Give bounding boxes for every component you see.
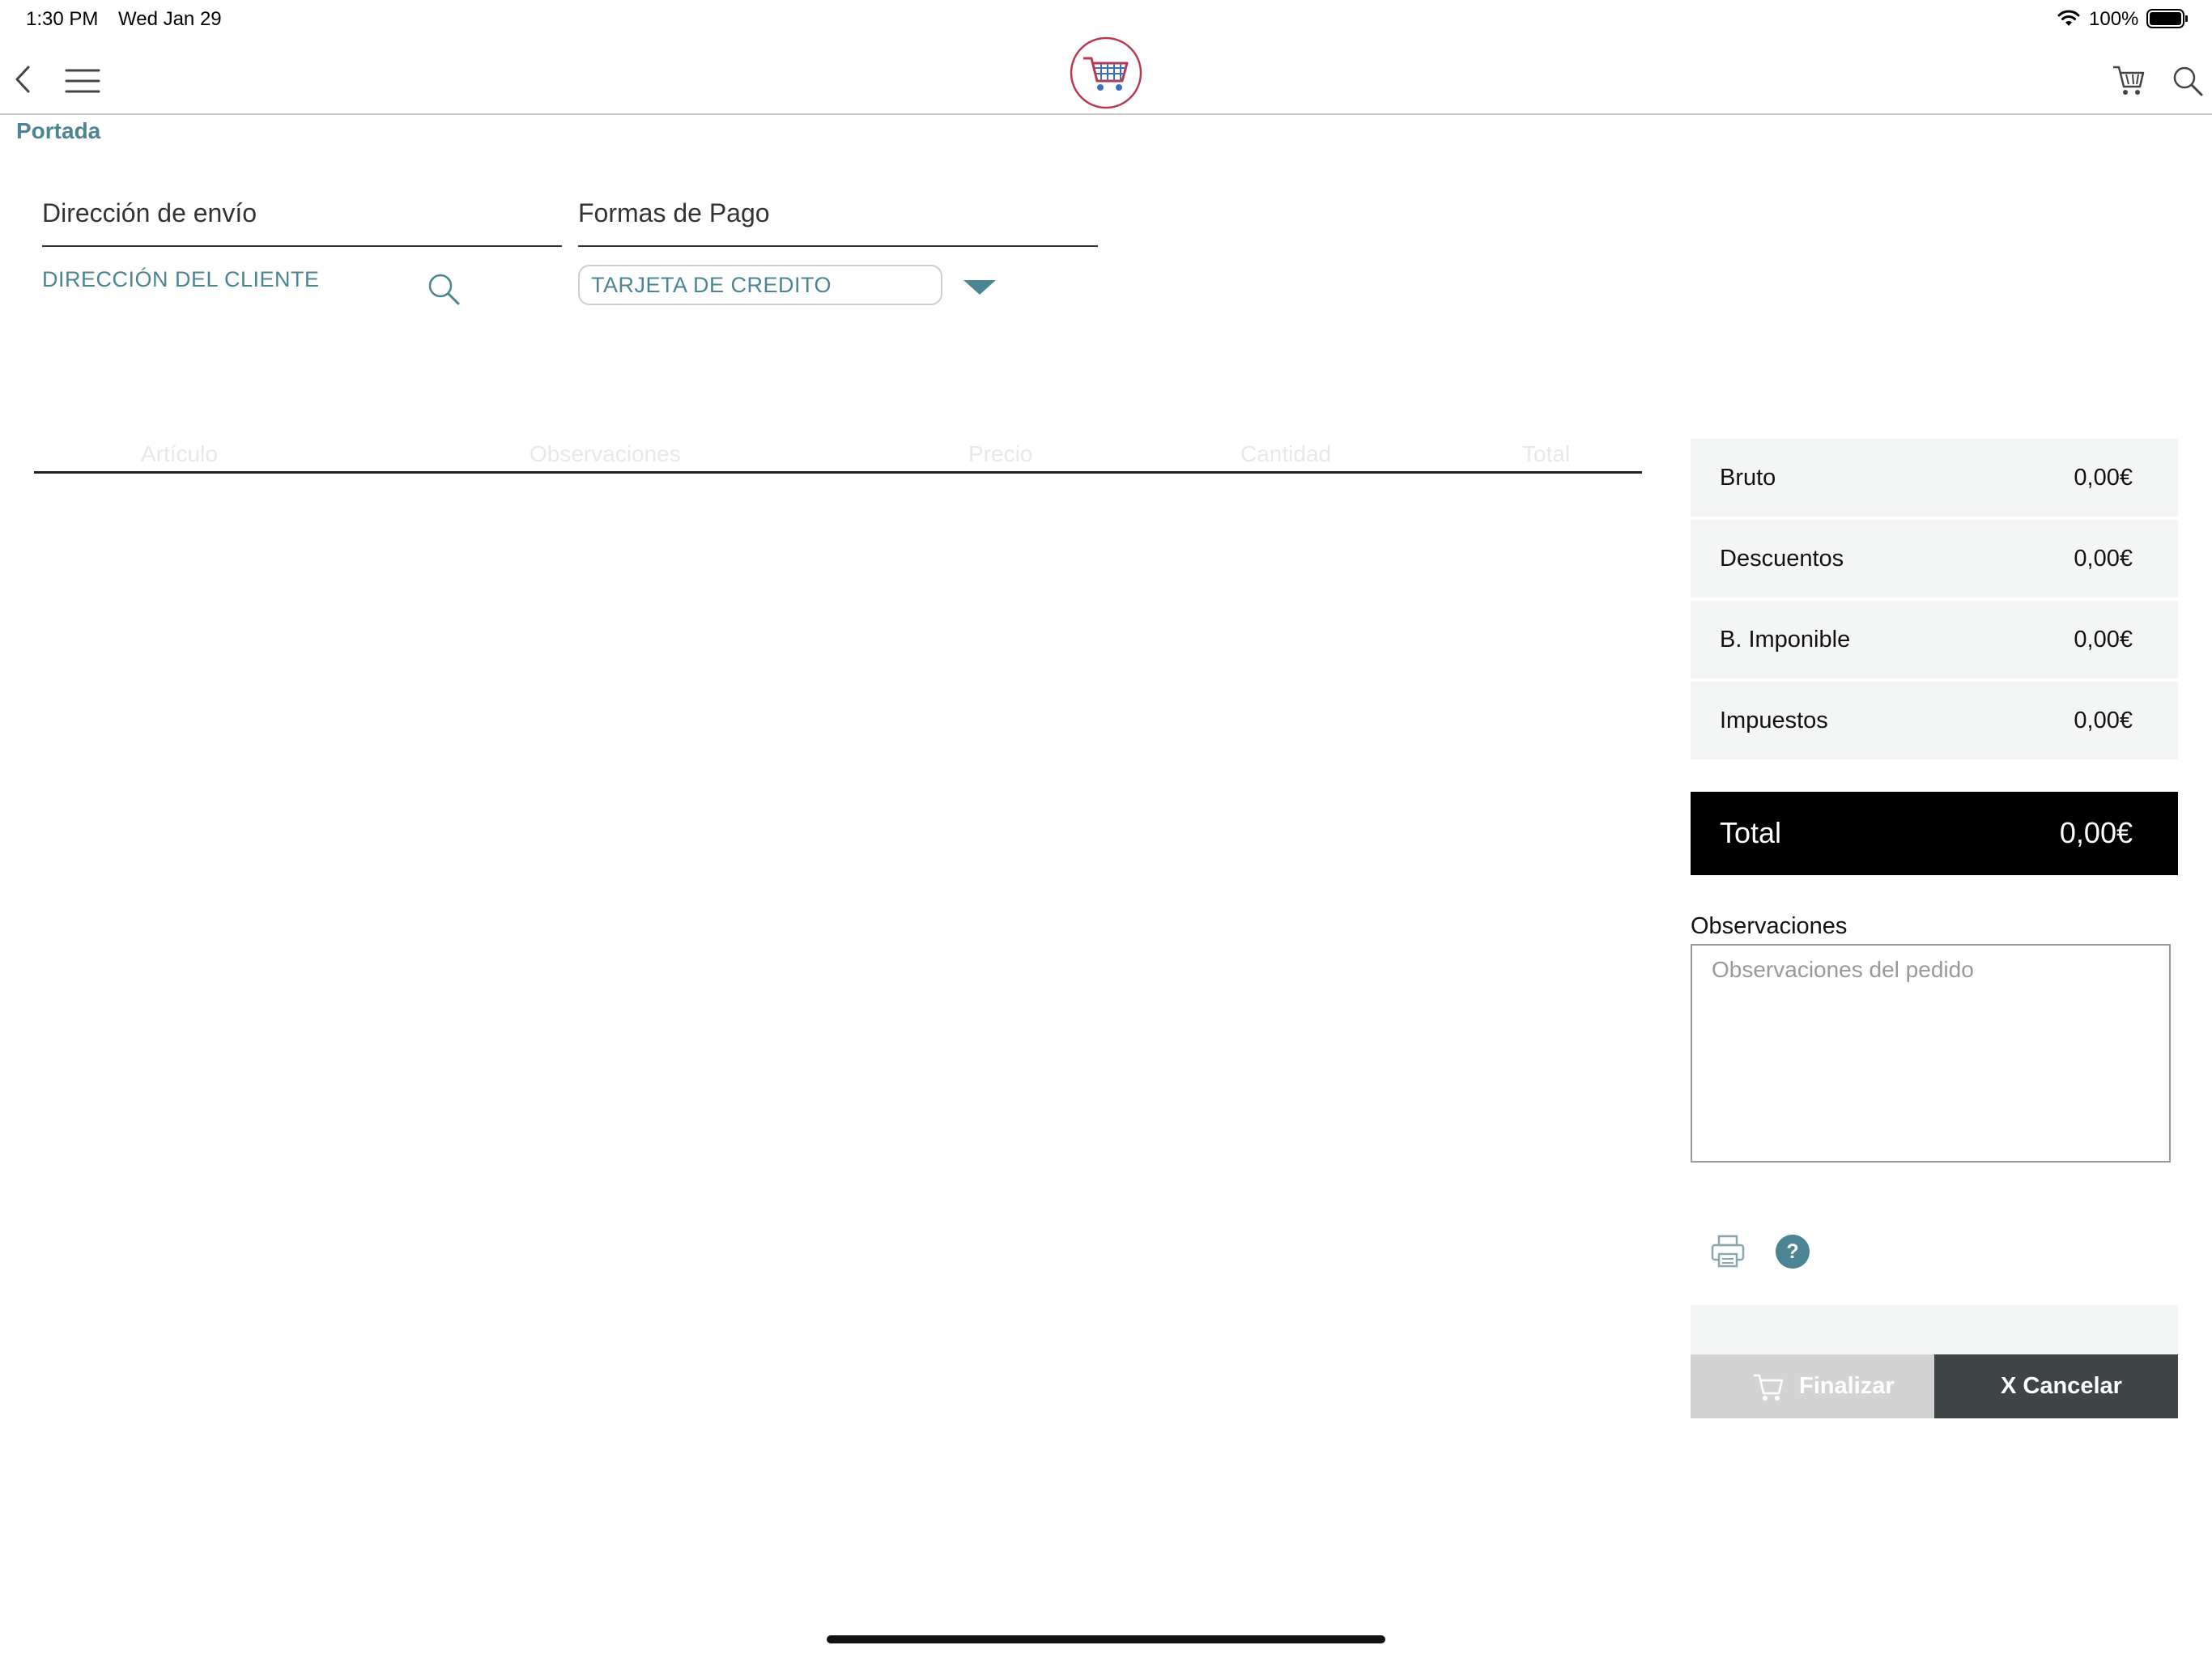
summary-row-base-imponible: B. Imponible 0,00€ [1691, 601, 2178, 678]
shipping-title: Dirección de envío [42, 198, 257, 227]
cart-logo-icon[interactable] [1069, 36, 1143, 114]
column-header-precio: Precio [968, 441, 1033, 466]
wifi-icon [2057, 9, 2081, 28]
column-header-cantidad: Cantidad [1240, 441, 1332, 466]
payment-title: Formas de Pago [578, 198, 770, 227]
finalize-button[interactable]: Finalizar [1691, 1354, 1934, 1418]
summary-total-row: Total 0,00€ [1691, 792, 2178, 875]
table-header-divider [34, 471, 1642, 474]
print-icon[interactable] [1710, 1235, 1746, 1269]
column-header-observaciones: Observaciones [530, 441, 681, 466]
battery-icon [2146, 8, 2189, 29]
payment-method-value: TARJETA DE CREDITO [591, 273, 832, 297]
svg-text:?: ? [1786, 1240, 1798, 1263]
nav-divider [0, 113, 2212, 115]
column-header-total: Total [1522, 441, 1571, 466]
help-icon[interactable]: ? [1775, 1234, 1810, 1269]
summary-value: 0,00€ [2074, 708, 2133, 733]
summary-label: B. Imponible [1720, 627, 1851, 653]
battery-percent: 100% [2089, 8, 2139, 30]
action-bar-background [1691, 1305, 2178, 1355]
summary-label: Bruto [1720, 465, 1776, 491]
summary-row-descuentos: Descuentos 0,00€ [1691, 520, 2178, 597]
payment-divider [578, 245, 1098, 247]
summary-value: 0,00€ [2074, 465, 2133, 491]
cart-icon [1752, 1372, 1784, 1405]
summary-label: Descuentos [1720, 546, 1844, 572]
summary-value: 0,00€ [2074, 627, 2133, 653]
cancel-label: X Cancelar [2001, 1373, 2122, 1399]
status-time: 1:30 PM [26, 8, 99, 30]
payment-method-select[interactable]: TARJETA DE CREDITO [578, 265, 942, 305]
dropdown-arrow-icon[interactable] [963, 280, 996, 296]
status-date: Wed Jan 29 [118, 8, 222, 30]
summary-label: Impuestos [1720, 708, 1828, 733]
shipping-divider [42, 245, 562, 247]
back-chevron-icon[interactable] [13, 65, 32, 94]
notes-label: Observaciones [1691, 913, 1848, 939]
finalize-label: Finalizar [1799, 1373, 1895, 1399]
column-header-articulo: Artículo [141, 441, 218, 466]
search-icon[interactable] [2172, 65, 2204, 97]
summary-row-impuestos: Impuestos 0,00€ [1691, 682, 2178, 759]
notes-textarea[interactable] [1691, 944, 2171, 1163]
shipping-address-value[interactable]: DIRECCIÓN DEL CLIENTE [42, 267, 320, 292]
cancel-button[interactable]: X Cancelar [1934, 1354, 2178, 1418]
hamburger-menu-icon[interactable] [65, 68, 100, 94]
home-indicator[interactable] [827, 1635, 1385, 1643]
address-search-icon[interactable] [427, 272, 461, 306]
total-label: Total [1720, 816, 1782, 849]
cart-icon[interactable] [2112, 63, 2146, 97]
total-value: 0,00€ [2059, 816, 2133, 849]
summary-value: 0,00€ [2074, 546, 2133, 572]
summary-row-bruto: Bruto 0,00€ [1691, 439, 2178, 517]
breadcrumb[interactable]: Portada [16, 118, 100, 144]
